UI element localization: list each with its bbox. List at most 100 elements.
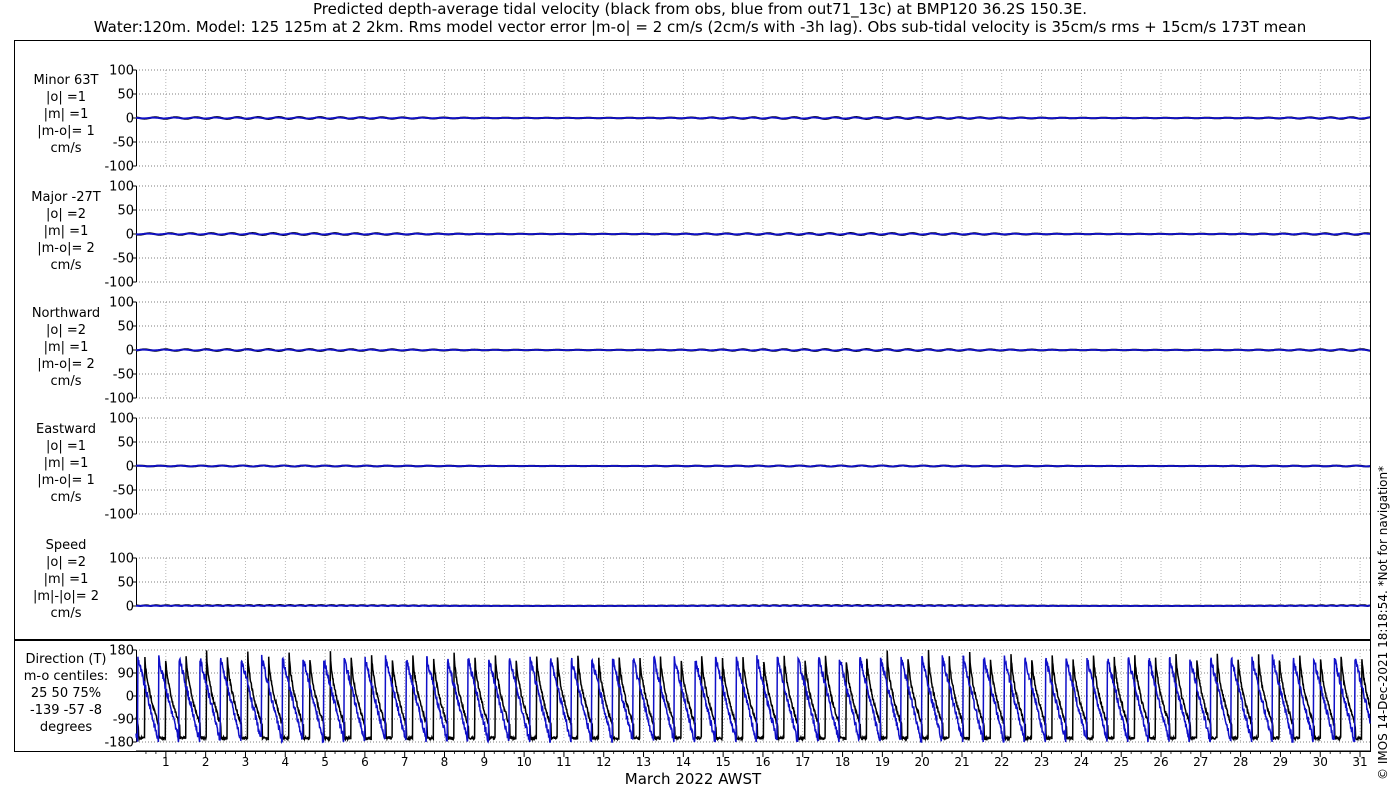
panel-label-line: |o| =2 bbox=[46, 323, 86, 338]
x-tick-label: 11 bbox=[556, 755, 571, 769]
panel-label-line: |m| =1 bbox=[44, 340, 89, 355]
panel-label-line: Minor 63T bbox=[34, 73, 99, 88]
panel-label-line: cm/s bbox=[51, 606, 82, 621]
x-tick-label: 24 bbox=[1074, 755, 1089, 769]
panel-label-line: m-o centiles: bbox=[24, 669, 109, 684]
x-tick-label: 23 bbox=[1034, 755, 1049, 769]
x-tick-label: 29 bbox=[1273, 755, 1288, 769]
panel-label-line: |m-o|= 2 bbox=[37, 357, 95, 372]
panel-label-line: |m| =1 bbox=[44, 572, 89, 587]
panel-label-line: |o| =2 bbox=[46, 207, 86, 222]
y-tick-label: -100 bbox=[104, 392, 134, 407]
y-tick-label: 50 bbox=[117, 88, 134, 103]
x-tick-label: 2 bbox=[202, 755, 210, 769]
x-tick-label: 18 bbox=[835, 755, 850, 769]
panel-label-line: |m-o|= 2 bbox=[37, 241, 95, 256]
panel-label-line: Speed bbox=[46, 538, 87, 553]
panel-label-line: |m| =1 bbox=[44, 107, 89, 122]
panel-label-line: cm/s bbox=[51, 141, 82, 156]
x-tick-label: 15 bbox=[716, 755, 731, 769]
tidal-velocity-chart: 100500-50-100Minor 63T|o| =1|m| =1|m-o|=… bbox=[14, 40, 1371, 788]
x-tick-label: 3 bbox=[242, 755, 250, 769]
x-tick-label: 30 bbox=[1313, 755, 1328, 769]
panel-label-line: cm/s bbox=[51, 490, 82, 505]
y-tick-label: 0 bbox=[126, 460, 134, 475]
panel-label-line: |m-o|= 1 bbox=[37, 473, 95, 488]
y-tick-label: 50 bbox=[117, 320, 134, 335]
y-tick-label: 100 bbox=[109, 552, 134, 567]
panel-eastward: 100 50 0 -50 -100 Eastward |o| =1 |m| =1 |m-o|= … bbox=[36, 412, 1371, 523]
y-tick-label: 0 bbox=[126, 228, 134, 243]
y-tick-label: 0 bbox=[126, 690, 134, 705]
y-tick-label: 0 bbox=[126, 344, 134, 359]
x-tick-label: 20 bbox=[915, 755, 930, 769]
panel-label-line: |m|-|o|= 2 bbox=[33, 589, 99, 604]
series-model bbox=[136, 232, 1371, 236]
panel-label-line: |m| =1 bbox=[44, 456, 89, 471]
panel-label-line: |m-o|= 1 bbox=[37, 124, 95, 139]
y-tick-label: 180 bbox=[109, 644, 134, 659]
upper-frame bbox=[14, 40, 1371, 640]
panel-direction: 180 90 0 -90 -180 Direction (T) m-o centiles: 2… bbox=[24, 644, 1371, 751]
panel-label-line: Direction (T) bbox=[26, 652, 107, 667]
x-tick-label: 1 bbox=[162, 755, 170, 769]
x-tick-label: 8 bbox=[441, 755, 449, 769]
series-model bbox=[135, 116, 1370, 120]
y-tick-label: 100 bbox=[109, 64, 134, 79]
panel-label-line: -139 -57 -8 bbox=[30, 703, 102, 718]
series-model bbox=[135, 464, 1371, 468]
y-tick-label: -50 bbox=[113, 484, 134, 499]
x-tick-label: 21 bbox=[954, 755, 969, 769]
x-tick-label: 13 bbox=[636, 755, 651, 769]
series-model bbox=[136, 604, 1371, 607]
panel-major: 100 50 0 -50 -100 Major -27T |o| =2 |m| =1 |m-o|… bbox=[31, 180, 1371, 291]
x-tick-label: 19 bbox=[875, 755, 890, 769]
x-axis: 1 2 3 4 5 6 7 8 9 10 11 12 13 14 15 16 17 18 19 20 21 22 23 24 2… bbox=[136, 750, 1370, 788]
panel-label-line: Northward bbox=[32, 306, 100, 321]
x-tick-label: 17 bbox=[795, 755, 810, 769]
x-tick-label: 9 bbox=[480, 755, 488, 769]
series-model bbox=[135, 348, 1370, 352]
y-tick-label: 50 bbox=[117, 204, 134, 219]
x-tick-label: 26 bbox=[1153, 755, 1168, 769]
x-tick-label: 4 bbox=[281, 755, 289, 769]
y-tick-label: -50 bbox=[113, 136, 134, 151]
panel-northward: 100 50 0 -50 -100 Northward |o| =2 |m| =1 |m-o|=… bbox=[32, 296, 1371, 407]
panel-label-line: |o| =1 bbox=[46, 90, 86, 105]
x-tick-label: 28 bbox=[1233, 755, 1248, 769]
series-model bbox=[135, 654, 1371, 744]
x-tick-label: 12 bbox=[596, 755, 611, 769]
y-tick-label: -50 bbox=[113, 368, 134, 383]
panel-label-line: Eastward bbox=[36, 422, 96, 437]
panel-speed: 100 50 0 Speed |o| =2 |m| =1 |m|-|o|= 2 cm/s bbox=[33, 538, 1371, 621]
panel-minor: 100 50 0 -50 -100 Minor 63T |o| =1 |m| =1 |m-o|=… bbox=[34, 64, 1371, 175]
x-tick-label: 10 bbox=[516, 755, 531, 769]
y-tick-label: -50 bbox=[113, 252, 134, 267]
y-tick-label: 90 bbox=[117, 667, 134, 682]
x-tick-label: 27 bbox=[1193, 755, 1208, 769]
copyright-notice: © IMOS 14-Dec-2021 18:18:54. *Not for na… bbox=[1376, 465, 1390, 780]
y-tick-label: 0 bbox=[126, 600, 134, 615]
panel-label-line: |m| =1 bbox=[44, 224, 89, 239]
panel-label-line: |o| =2 bbox=[46, 555, 86, 570]
panel-label-line: cm/s bbox=[51, 258, 82, 273]
y-tick-label: -180 bbox=[104, 736, 134, 751]
panel-label-line: 25 50 75% bbox=[31, 686, 101, 701]
x-tick-label: 14 bbox=[676, 755, 691, 769]
y-tick-label: -100 bbox=[104, 276, 134, 291]
y-tick-label: -100 bbox=[104, 160, 134, 175]
y-tick-label: 50 bbox=[117, 576, 134, 591]
y-tick-label: -90 bbox=[113, 713, 134, 728]
panel-label-line: Major -27T bbox=[31, 190, 100, 205]
y-tick-label: -100 bbox=[104, 508, 134, 523]
y-tick-label: 100 bbox=[109, 412, 134, 427]
panel-label-line: degrees bbox=[40, 720, 93, 735]
x-tick-label: 5 bbox=[321, 755, 329, 769]
x-tick-label: 6 bbox=[361, 755, 369, 769]
x-tick-label: 31 bbox=[1352, 755, 1367, 769]
x-axis-label: March 2022 AWST bbox=[625, 770, 762, 788]
x-tick-label: 25 bbox=[1114, 755, 1129, 769]
panel-label-line: cm/s bbox=[51, 374, 82, 389]
y-tick-label: 0 bbox=[126, 112, 134, 127]
y-tick-label: 100 bbox=[109, 180, 134, 195]
